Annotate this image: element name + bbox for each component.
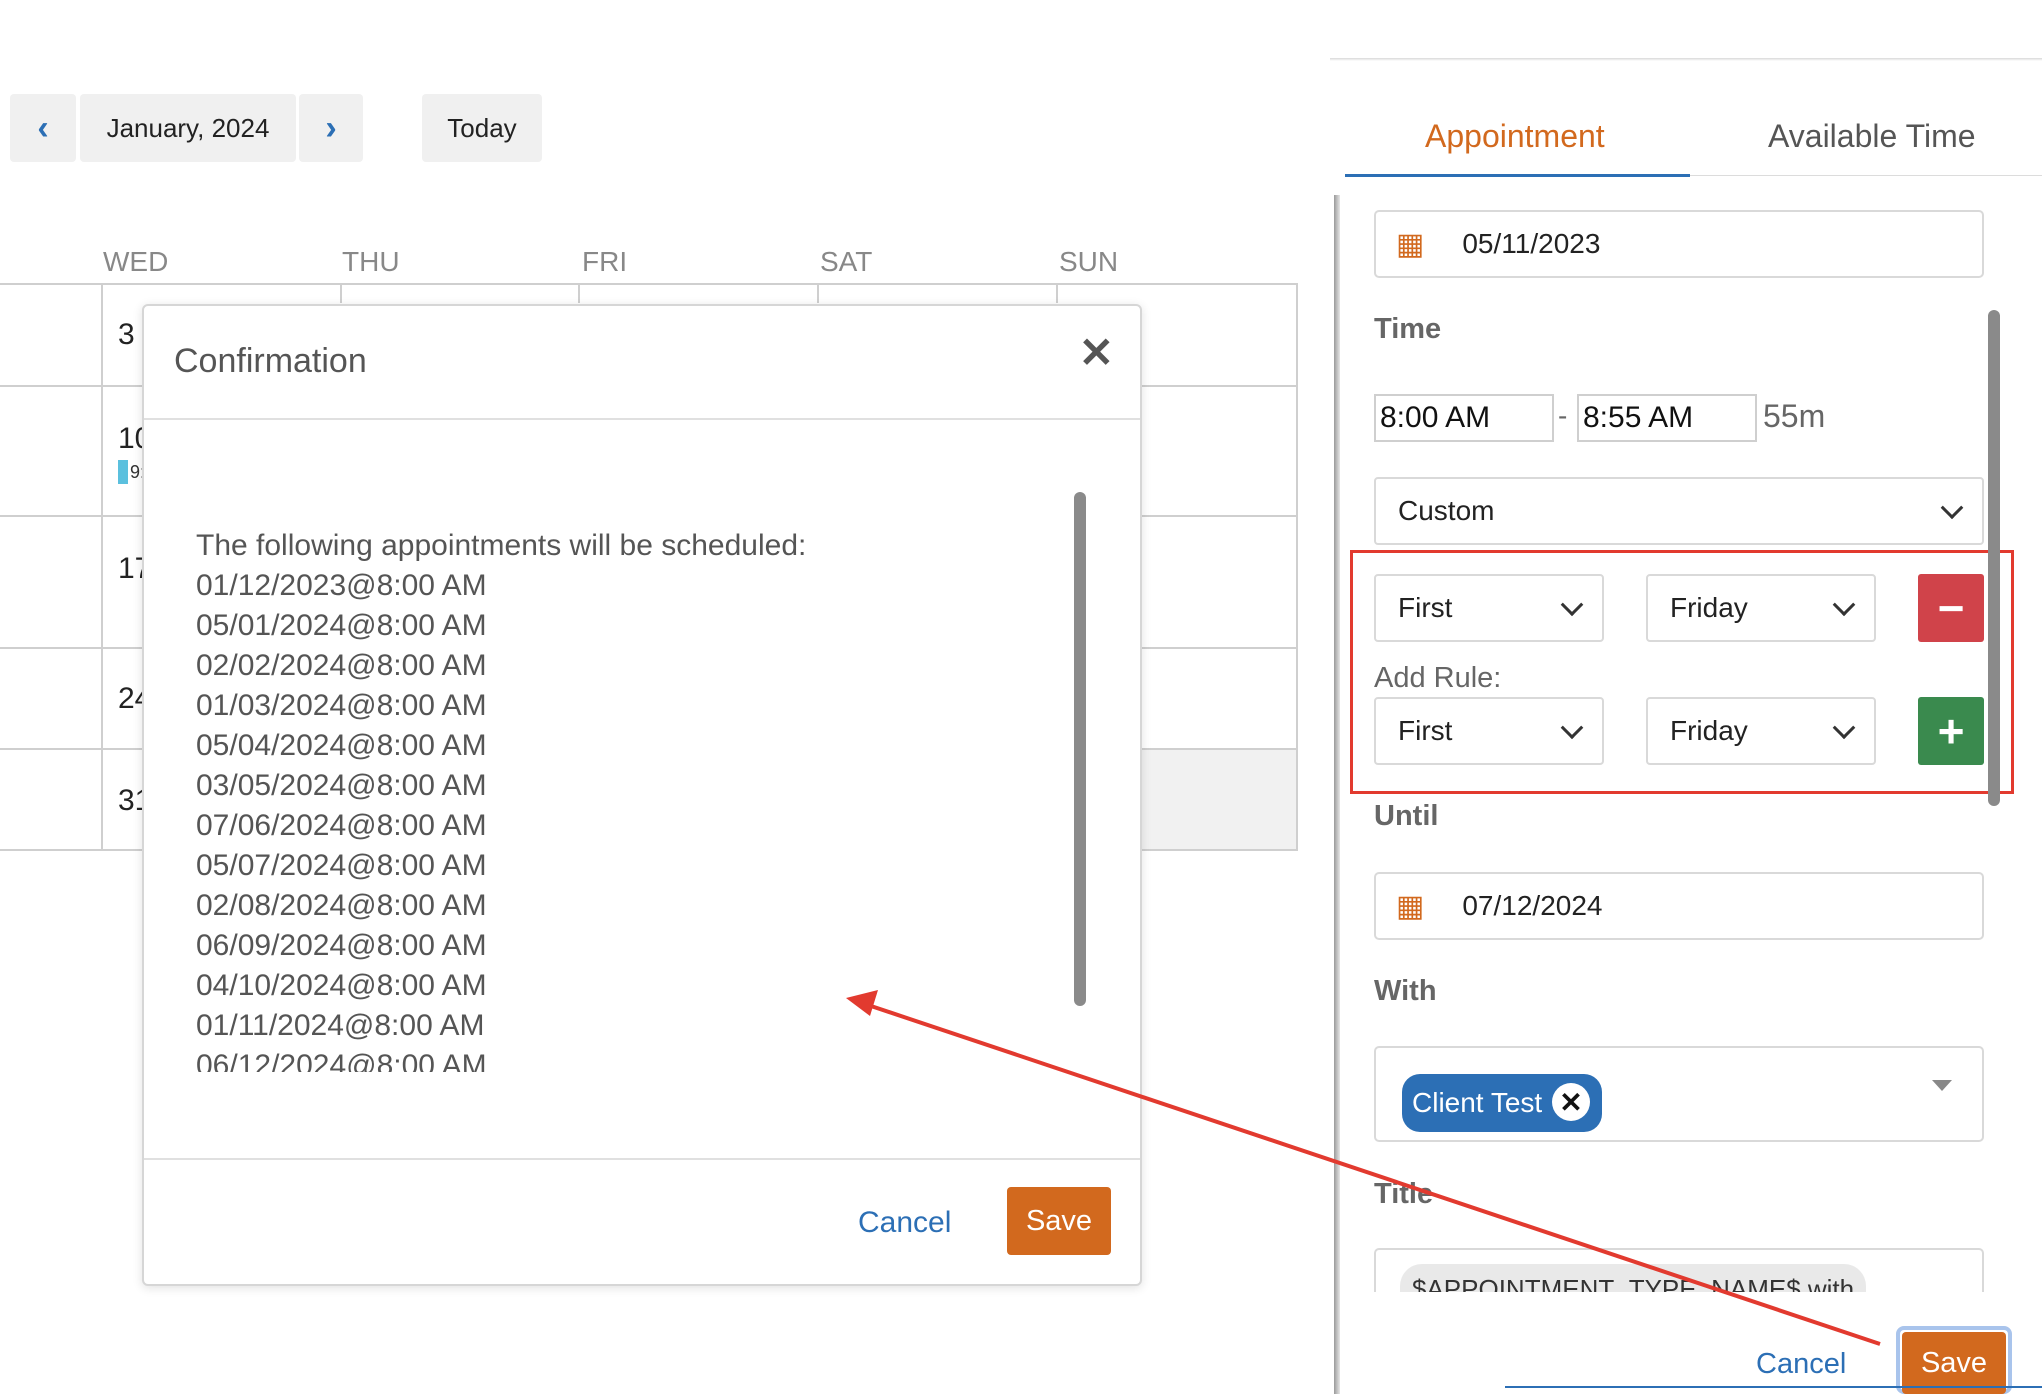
arrow-line (867, 1003, 1881, 1346)
annotation-arrow (846, 990, 1881, 1346)
arrow-head (846, 990, 878, 1016)
